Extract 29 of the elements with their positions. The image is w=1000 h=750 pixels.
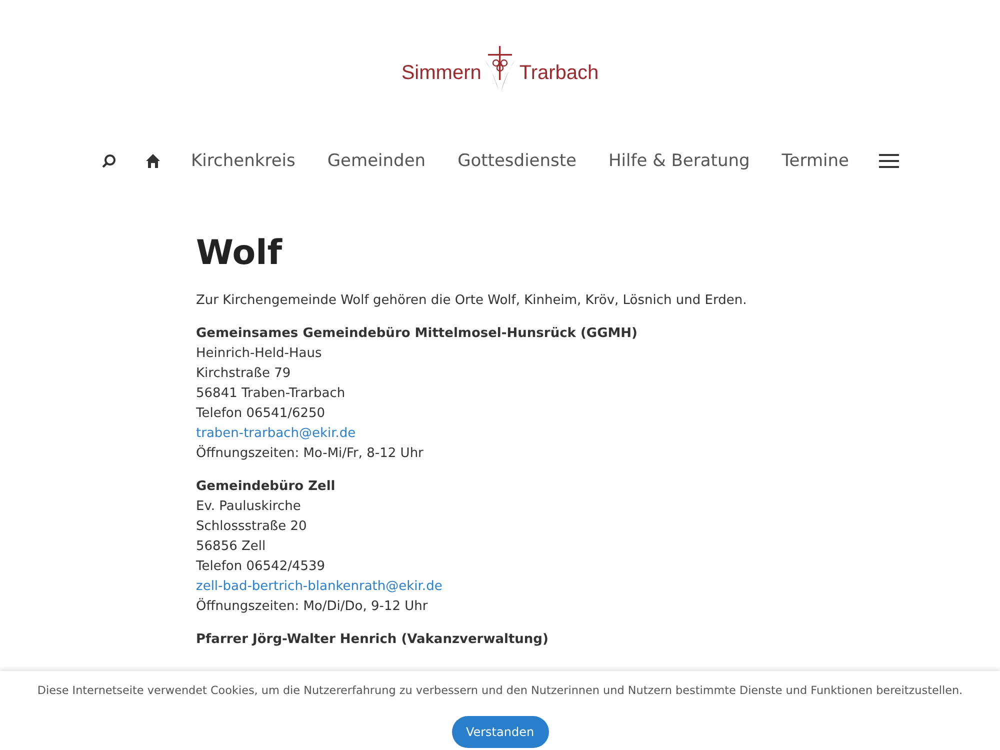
email-link[interactable]: traben-trarbach@ekir.de xyxy=(196,424,356,444)
nav-link[interactable]: Kirchenkreis xyxy=(191,151,296,171)
address-line: 56841 Traben-Trarbach xyxy=(196,385,346,403)
address-line: Kirchstraße 79 xyxy=(196,365,292,383)
page-title: Wolf xyxy=(196,232,284,275)
nav-link[interactable]: Gemeinden xyxy=(327,151,426,171)
nav-link[interactable]: Termine xyxy=(782,151,849,171)
address-line: Schlossstraße 20 xyxy=(196,518,308,536)
logo-text: Simmern xyxy=(401,61,482,85)
block-title: Gemeindebüro Zell xyxy=(196,478,336,496)
accept-button[interactable]: Verstanden xyxy=(452,716,548,748)
address-line: Telefon 06542/4539 xyxy=(196,558,326,576)
logo-text: Trarbach xyxy=(519,61,599,85)
nav-link[interactable]: Hilfe & Beratung xyxy=(608,151,750,171)
block-title: Pfarrer Jörg-Walter Henrich (Vakanzverwaltung) xyxy=(196,631,550,649)
cookie-text: Diese Internetseite verwendet Cookies, um die Nutzererfahrung zu verbessern und den Nutzerinnen und Nutzern bestimmte Dienste und Funktionen bereitzustellen. xyxy=(37,683,963,699)
address-line: Öffnungszeiten: Mo-Mi/Fr, 8-12 Uhr xyxy=(196,444,424,463)
address-line: Heinrich-Held-Haus xyxy=(196,345,323,363)
address-line: Öffnungszeiten: Mo/Di/Do, 9-12 Uhr xyxy=(196,597,429,616)
address-line: Telefon 06541/6250 xyxy=(196,405,326,423)
address-line: 56856 Zell xyxy=(196,538,267,556)
intro-text: Zur Kirchengemeinde Wolf gehören die Orte Wolf, Kinheim, Kröv, Lösnich und Erden. xyxy=(196,292,748,310)
home-icon[interactable] xyxy=(145,153,162,169)
nav-link[interactable]: Gottesdienste xyxy=(458,151,577,171)
block-title: Gemeinsames Gemeindebüro Mittelmosel-Hunsrück (GGMH) xyxy=(196,325,638,343)
email-link[interactable]: zell-bad-bertrich-blankenrath@ekir.de xyxy=(196,577,442,597)
menu-icon[interactable] xyxy=(878,153,899,169)
search-icon[interactable] xyxy=(101,153,118,169)
address-line: Ev. Pauluskirche xyxy=(196,498,302,516)
